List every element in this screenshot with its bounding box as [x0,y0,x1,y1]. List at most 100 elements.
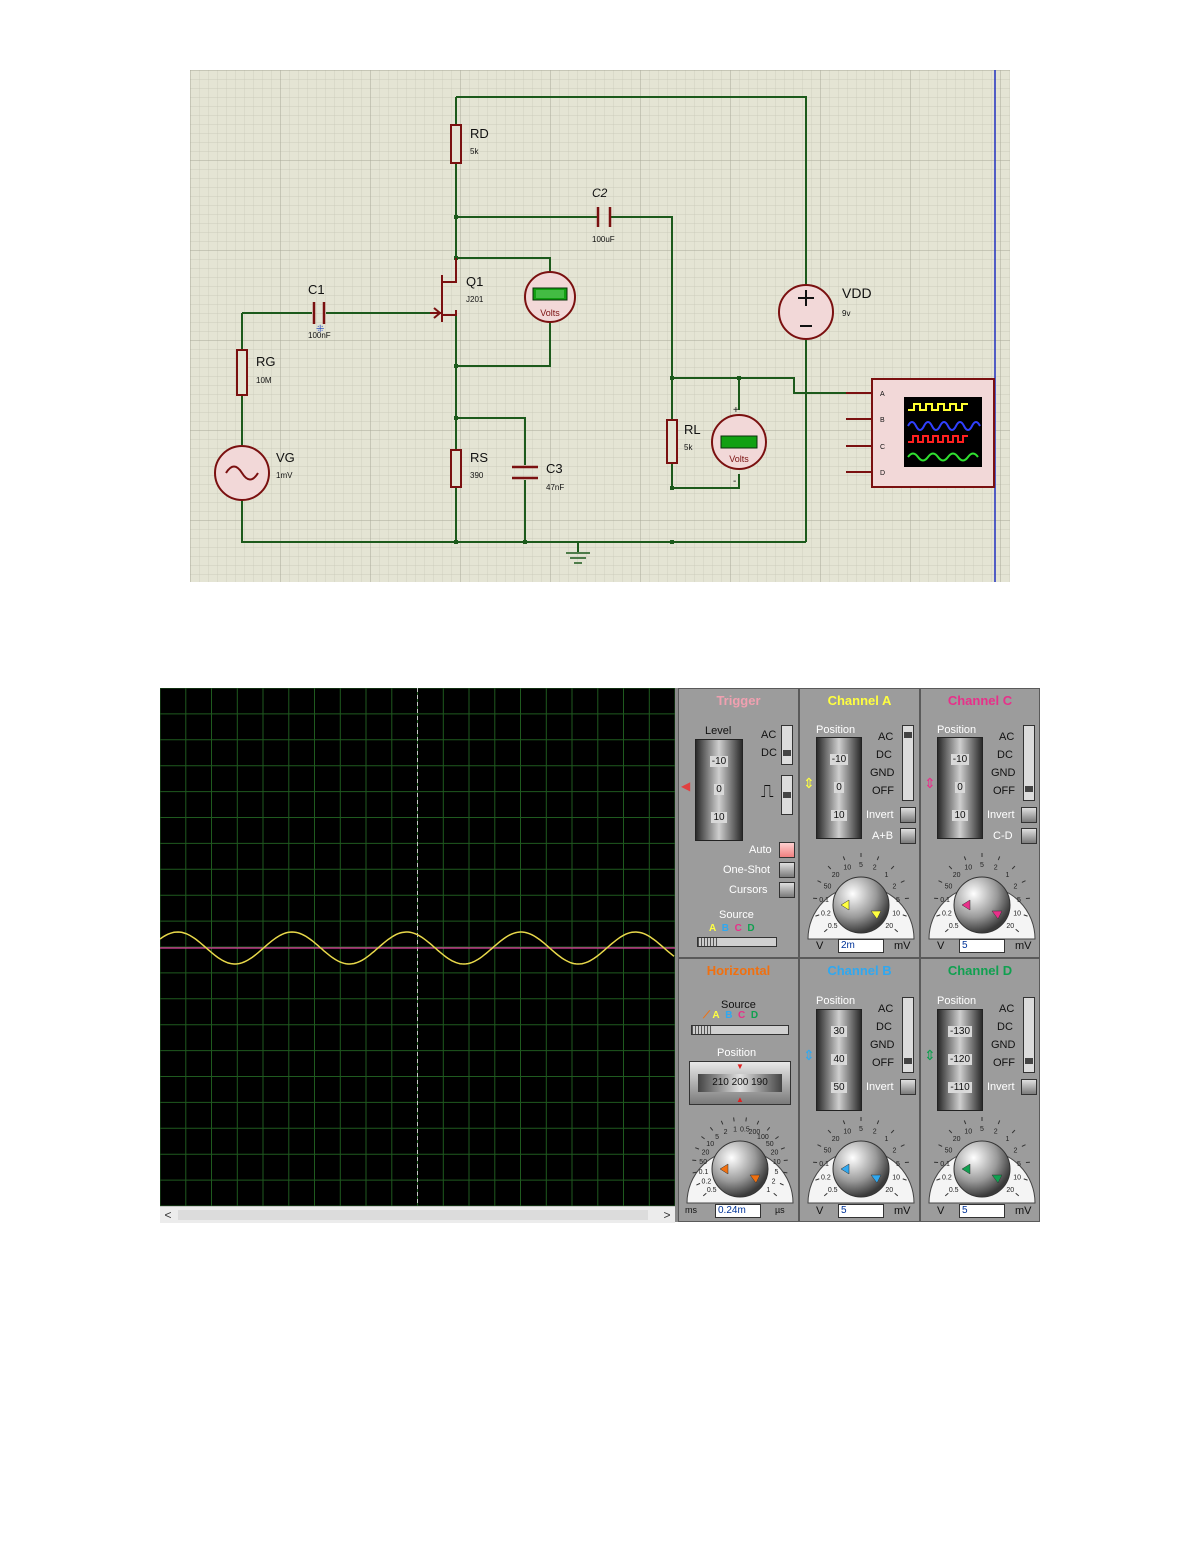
dial-label: 0.2 [942,1175,952,1182]
horizontal-source-d: D [750,1010,759,1021]
channel-d-unit-left: V [937,1205,945,1217]
channel-a-position-arrow-icon: ⇕ [803,775,815,791]
resistor-rl[interactable] [666,419,678,464]
trigger-level-slider[interactable]: -10 0 10 [695,739,743,841]
scroll-right-button[interactable]: > [659,1207,675,1223]
dial-label: 20 [885,1187,893,1194]
channel-c-tick-2: 0 [955,782,965,793]
horizontal-marker-top-icon: ▼ [736,1062,744,1071]
channel-a-coupling-switch[interactable] [902,725,914,801]
dial-label: 1 [884,872,888,879]
channel-b-volts-field[interactable]: 5 [838,1204,884,1218]
channel-a-volts-dial[interactable]: 0.50.20.1502010 5 21251020 [802,843,920,943]
dial-label: 2 [873,865,877,872]
dial-label: 2 [893,1147,897,1154]
trigger-one-shot-label: One-Shot [723,864,771,876]
trigger-coupling-switch[interactable] [781,725,793,765]
dial-tick [900,1144,905,1147]
dial-label: 1 [766,1187,770,1194]
channel-b-position-slider[interactable]: 30 40 50 [816,1009,862,1111]
horizontal-unit-right: µs [775,1205,785,1215]
horizontal-timebase-field[interactable]: 0.24m [715,1204,761,1218]
dial-label: 0.2 [821,1175,831,1182]
channel-c-volts-field[interactable]: 5 [959,939,1005,953]
resistor-rs[interactable] [450,449,462,488]
dial-label: 0.2 [942,911,952,918]
resistor-rd[interactable] [450,124,462,164]
dial-tick [720,1120,724,1125]
channel-b-volts-dial[interactable]: 0.50.20.1502010 5 21251020 [802,1107,920,1207]
dial-label: 5 [859,1126,863,1133]
dial-tick [766,1126,771,1131]
scope-pin-d: D [880,470,885,477]
channel-c-off-label: OFF [993,785,1015,797]
dial-label: 100 [757,1134,769,1141]
channel-b-invert-button[interactable] [900,1079,916,1095]
channel-c-gnd-label: GND [991,767,1016,779]
horizontal-source-slider[interactable] [691,1025,789,1035]
dial-label: 0.1 [699,1169,709,1176]
dial-label: 10 [1013,1175,1021,1182]
channel-a-invert-button[interactable] [900,807,916,823]
channel-c-unit-right: mV [1015,940,1032,952]
channel-a-position-slider[interactable]: -10 0 10 [816,737,862,839]
scope-screen[interactable] [159,687,676,1207]
resistor-rg[interactable] [236,349,248,396]
channel-c-diff-button[interactable] [1021,828,1037,844]
dial-tick [876,1120,880,1125]
dial-label: 5 [715,1134,719,1141]
dial-label: 20 [953,872,961,879]
ac-source-vg[interactable] [214,445,270,501]
voltmeter-2-minus: - [733,476,736,487]
dial-label: 0.2 [702,1179,712,1186]
channel-d-volts-dial[interactable]: 0.50.20.1502010 5 21251020 [923,1107,1041,1207]
channel-c-position-slider[interactable]: -10 0 10 [937,737,983,839]
dial-tick [701,1136,705,1140]
horizontal-position-slider[interactable]: 210 200 190 ▼ ▲ [689,1061,791,1105]
horizontal-source-c: C [738,1010,746,1021]
channel-c-volts-dial[interactable]: 0.50.20.1502010 5 21251020 [923,843,1041,943]
dial-tick [900,880,905,883]
dial-label: 2 [1014,883,1018,890]
channel-a-sum-button[interactable] [900,828,916,844]
dial-label: 2 [724,1129,728,1136]
schematic-canvas[interactable]: RD 5k C2 100uF Q1 J201 Volts C1 100nF ⁜ … [190,70,1010,582]
dial-tick [783,1171,788,1174]
trigger-auto-button[interactable] [779,842,795,858]
dial-tick [827,865,832,870]
trigger-edge-icon: ⎍ [761,781,774,801]
oscilloscope-window: < > Trigger Level -10 0 10 ◀ AC DC ⎍ Aut… [159,687,1041,1223]
trigger-one-shot-button[interactable] [779,862,795,878]
dial-label: 1 [733,1126,737,1133]
horizontal-timebase-dial[interactable]: 0.50.20.150201052 1 0.5200100502010521 [681,1107,799,1207]
channel-d-position-label: Position [937,995,977,1007]
trigger-source-slider[interactable] [697,937,777,947]
channel-c-coupling-switch[interactable] [1023,725,1035,801]
channel-d-volts-field[interactable]: 5 [959,1204,1005,1218]
dial-label: 0.2 [821,911,831,918]
scroll-left-button[interactable]: < [160,1207,176,1223]
channel-d-invert-button[interactable] [1021,1079,1037,1095]
channel-c-invert-button[interactable] [1021,807,1037,823]
channel-b-position-label: Position [816,995,856,1007]
dial-label: 0.1 [819,1161,829,1168]
scroll-thumb[interactable] [178,1210,648,1220]
dial-label: 1 [1005,872,1009,879]
horizontal-scrollbar[interactable]: < > [160,1206,675,1223]
dc-source-vdd[interactable] [778,284,834,340]
channel-d-coupling-switch[interactable] [1023,997,1035,1073]
voltmeter-1[interactable]: Volts [524,271,576,323]
dial-label: 10 [964,865,972,872]
channel-a-sum-label: A+B [872,830,894,842]
trigger-auto-label: Auto [749,844,772,856]
schematic-svg: RD 5k C2 100uF Q1 J201 Volts C1 100nF ⁜ … [190,70,1010,582]
channel-d-position-slider[interactable]: -130 -120 -110 [937,1009,983,1111]
channel-d-tick-2: -120 [947,1054,972,1065]
channel-b-coupling-switch[interactable] [902,997,914,1073]
horizontal-tick-3: 190 [751,1077,768,1088]
channel-a-volts-field[interactable]: 2m [838,939,884,953]
c2-value: 100uF [592,235,615,244]
trigger-edge-switch[interactable] [781,775,793,815]
trigger-cursors-button[interactable] [779,882,795,898]
dial-label: 5 [980,862,984,869]
